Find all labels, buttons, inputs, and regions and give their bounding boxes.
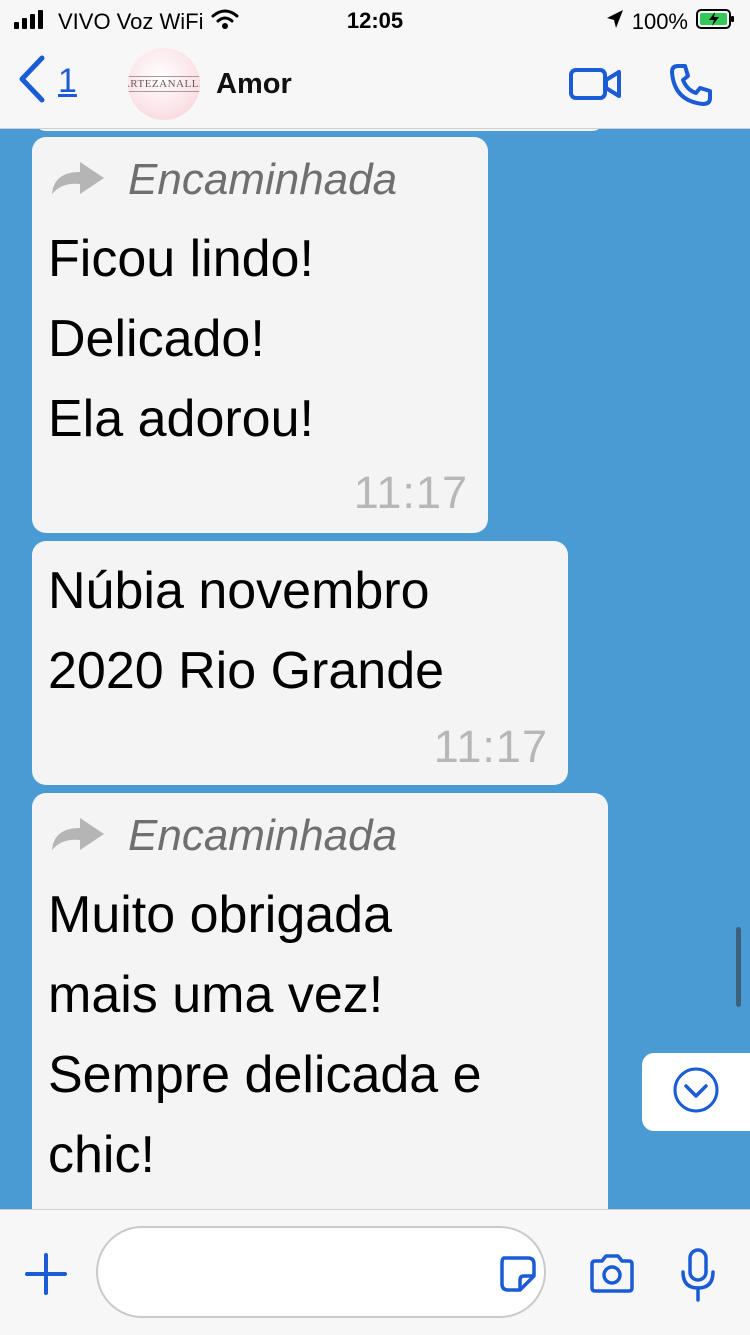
attach-button[interactable] — [24, 1252, 68, 1301]
message-text: Muito obrigada mais uma vez! Sempre deli… — [48, 886, 482, 1209]
chevron-down-circle-icon — [672, 1066, 720, 1119]
battery-charging-icon — [696, 8, 736, 36]
scroll-to-bottom-button[interactable] — [642, 1053, 750, 1131]
message-bubble[interactable]: Núbia novembro 2020 Rio Grande 11:17 — [32, 541, 568, 785]
back-button[interactable]: 1 — [16, 54, 77, 109]
video-call-icon — [568, 68, 622, 108]
unread-count: 1 — [58, 62, 77, 100]
chat-header: 1 ARTEZANALLE Amor — [0, 42, 750, 129]
avatar-logo-text: ARTEZANALLE — [128, 76, 200, 92]
forwarded-label: Encaminhada — [128, 811, 398, 860]
plus-icon — [24, 1253, 68, 1300]
message-input[interactable] — [122, 1250, 486, 1296]
contact-name[interactable]: Amor — [216, 68, 292, 101]
message-bubble[interactable]: Encaminhada Ficou lindo! Delicado! Ela a… — [32, 137, 488, 533]
phone-icon — [668, 64, 714, 112]
message-text: Ficou lindo! Delicado! Ela adorou! — [48, 230, 314, 448]
back-chevron-icon — [16, 54, 46, 109]
location-icon — [606, 9, 624, 35]
message-text: Núbia novembro 2020 Rio Grande — [48, 562, 445, 700]
camera-icon — [588, 1254, 636, 1298]
status-bar: VIVO Voz WiFi 12:05 100% — [0, 0, 750, 42]
camera-button[interactable] — [588, 1254, 636, 1299]
composer-bar — [0, 1209, 750, 1335]
microphone-icon — [680, 1248, 716, 1306]
forwarded-indicator: Encaminhada — [50, 155, 397, 205]
message-field[interactable] — [96, 1226, 546, 1318]
voice-call-button[interactable] — [668, 62, 714, 113]
scroll-indicator[interactable] — [736, 927, 741, 1007]
battery-percent: 100% — [631, 9, 688, 34]
message-time: 11:17 — [433, 721, 548, 772]
message-bubble[interactable]: Encaminhada Muito obrigada mais uma vez!… — [32, 793, 608, 1209]
forwarded-indicator: Encaminhada — [50, 811, 397, 861]
sticker-icon — [498, 1256, 538, 1298]
sticker-button[interactable] — [498, 1254, 538, 1299]
previous-message-edge — [34, 129, 604, 131]
video-call-button[interactable] — [568, 64, 622, 109]
chat-area[interactable]: Encaminhada Ficou lindo! Delicado! Ela a… — [0, 129, 750, 1209]
forwarded-label: Encaminhada — [128, 155, 398, 204]
forward-arrow-icon — [50, 814, 106, 859]
avatar[interactable]: ARTEZANALLE — [128, 48, 200, 120]
message-time: 11:17 — [353, 467, 468, 518]
microphone-button[interactable] — [680, 1248, 716, 1307]
forward-arrow-icon — [50, 158, 106, 203]
